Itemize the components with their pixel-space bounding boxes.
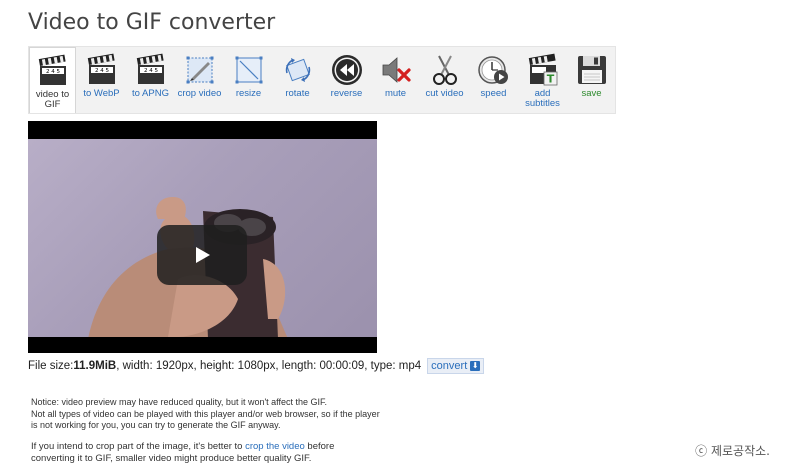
tool-label: save xyxy=(581,88,602,99)
scissors-icon xyxy=(432,55,457,85)
tool-label: mute xyxy=(384,88,407,99)
convert-button[interactable]: convert ⬇ xyxy=(427,358,485,374)
tool-crop-video[interactable]: crop video xyxy=(176,47,223,113)
svg-text:2 4 5: 2 4 5 xyxy=(95,68,109,74)
tool-cut-video[interactable]: cut video xyxy=(421,47,468,113)
tool-label: speed xyxy=(480,88,507,99)
speed-icon xyxy=(477,56,508,84)
tool-resize[interactable]: resize xyxy=(225,47,272,113)
svg-text:2 4 5: 2 4 5 xyxy=(144,68,158,74)
tool-label: reverse xyxy=(330,88,363,99)
svg-text:T: T xyxy=(546,73,554,86)
watermark: ⓒ 제로공작소. xyxy=(695,444,770,458)
tool-mute[interactable]: mute xyxy=(372,47,419,113)
video-frame xyxy=(28,139,377,337)
tool-toolbar: 2 4 5 video to GIF 2 4 5 to WebP 2 4 5 t… xyxy=(28,46,616,114)
notice-line: is not working for you, you can try to g… xyxy=(31,420,281,430)
mute-icon xyxy=(382,57,411,83)
tool-reverse[interactable]: reverse xyxy=(323,47,370,113)
file-info: File size: 11.9MiB, width: 1920px, heigh… xyxy=(28,358,485,374)
file-size-label: File size: xyxy=(28,360,74,372)
notice-line: Notice: video preview may have reduced q… xyxy=(31,397,328,407)
convert-label: convert xyxy=(431,360,468,372)
tool-label: cut video xyxy=(425,88,464,99)
rewind-icon xyxy=(331,55,362,85)
clapperboard-icon: 2 4 5 xyxy=(136,53,164,84)
tool-add-subtitles[interactable]: T add subtitles xyxy=(519,47,566,113)
tool-label: add subtitles xyxy=(525,88,560,109)
play-icon xyxy=(196,247,210,263)
tool-label: video to GIF xyxy=(35,89,70,110)
video-player[interactable] xyxy=(28,121,377,353)
download-icon: ⬇ xyxy=(470,361,481,371)
file-details: , width: 1920px, height: 1080px, length:… xyxy=(116,360,422,372)
rotate-icon xyxy=(285,58,310,82)
tool-label: to WebP xyxy=(83,88,120,99)
crop-tip: If you intend to crop part of the image,… xyxy=(31,441,451,465)
notice-text: Notice: video preview may have reduced q… xyxy=(31,397,451,432)
crop-the-video-link[interactable]: crop the video xyxy=(245,441,305,452)
tool-label: to APNG xyxy=(132,88,169,99)
tool-save[interactable]: save xyxy=(568,47,615,113)
svg-text:2 4 5: 2 4 5 xyxy=(46,69,60,75)
tool-rotate[interactable]: rotate xyxy=(274,47,321,113)
crop-icon xyxy=(186,56,213,84)
tool-label: rotate xyxy=(285,88,310,99)
tool-to-webp[interactable]: 2 4 5 to WebP xyxy=(78,47,125,113)
tip-text: before xyxy=(304,441,335,452)
play-button[interactable] xyxy=(157,225,247,285)
tool-speed[interactable]: speed xyxy=(470,47,517,113)
tool-label: resize xyxy=(235,88,262,99)
notice-line: Not all types of video can be played wit… xyxy=(31,408,380,419)
tool-video-to-gif[interactable]: 2 4 5 video to GIF xyxy=(29,47,76,113)
subtitles-icon: T xyxy=(528,53,557,86)
resize-icon xyxy=(235,56,262,84)
tool-label: crop video xyxy=(177,88,222,99)
page-title: Video to GIF converter xyxy=(28,10,276,35)
tool-to-apng[interactable]: 2 4 5 to APNG xyxy=(127,47,174,113)
clapperboard-icon: 2 4 5 xyxy=(87,53,115,84)
file-size-value: 11.9MiB xyxy=(73,360,117,372)
floppy-disk-icon xyxy=(577,56,606,84)
tip-text: converting it to GIF, smaller video migh… xyxy=(31,453,312,464)
clapperboard-icon: 2 4 5 xyxy=(38,54,66,85)
tip-text: If you intend to crop part of the image,… xyxy=(31,441,246,452)
